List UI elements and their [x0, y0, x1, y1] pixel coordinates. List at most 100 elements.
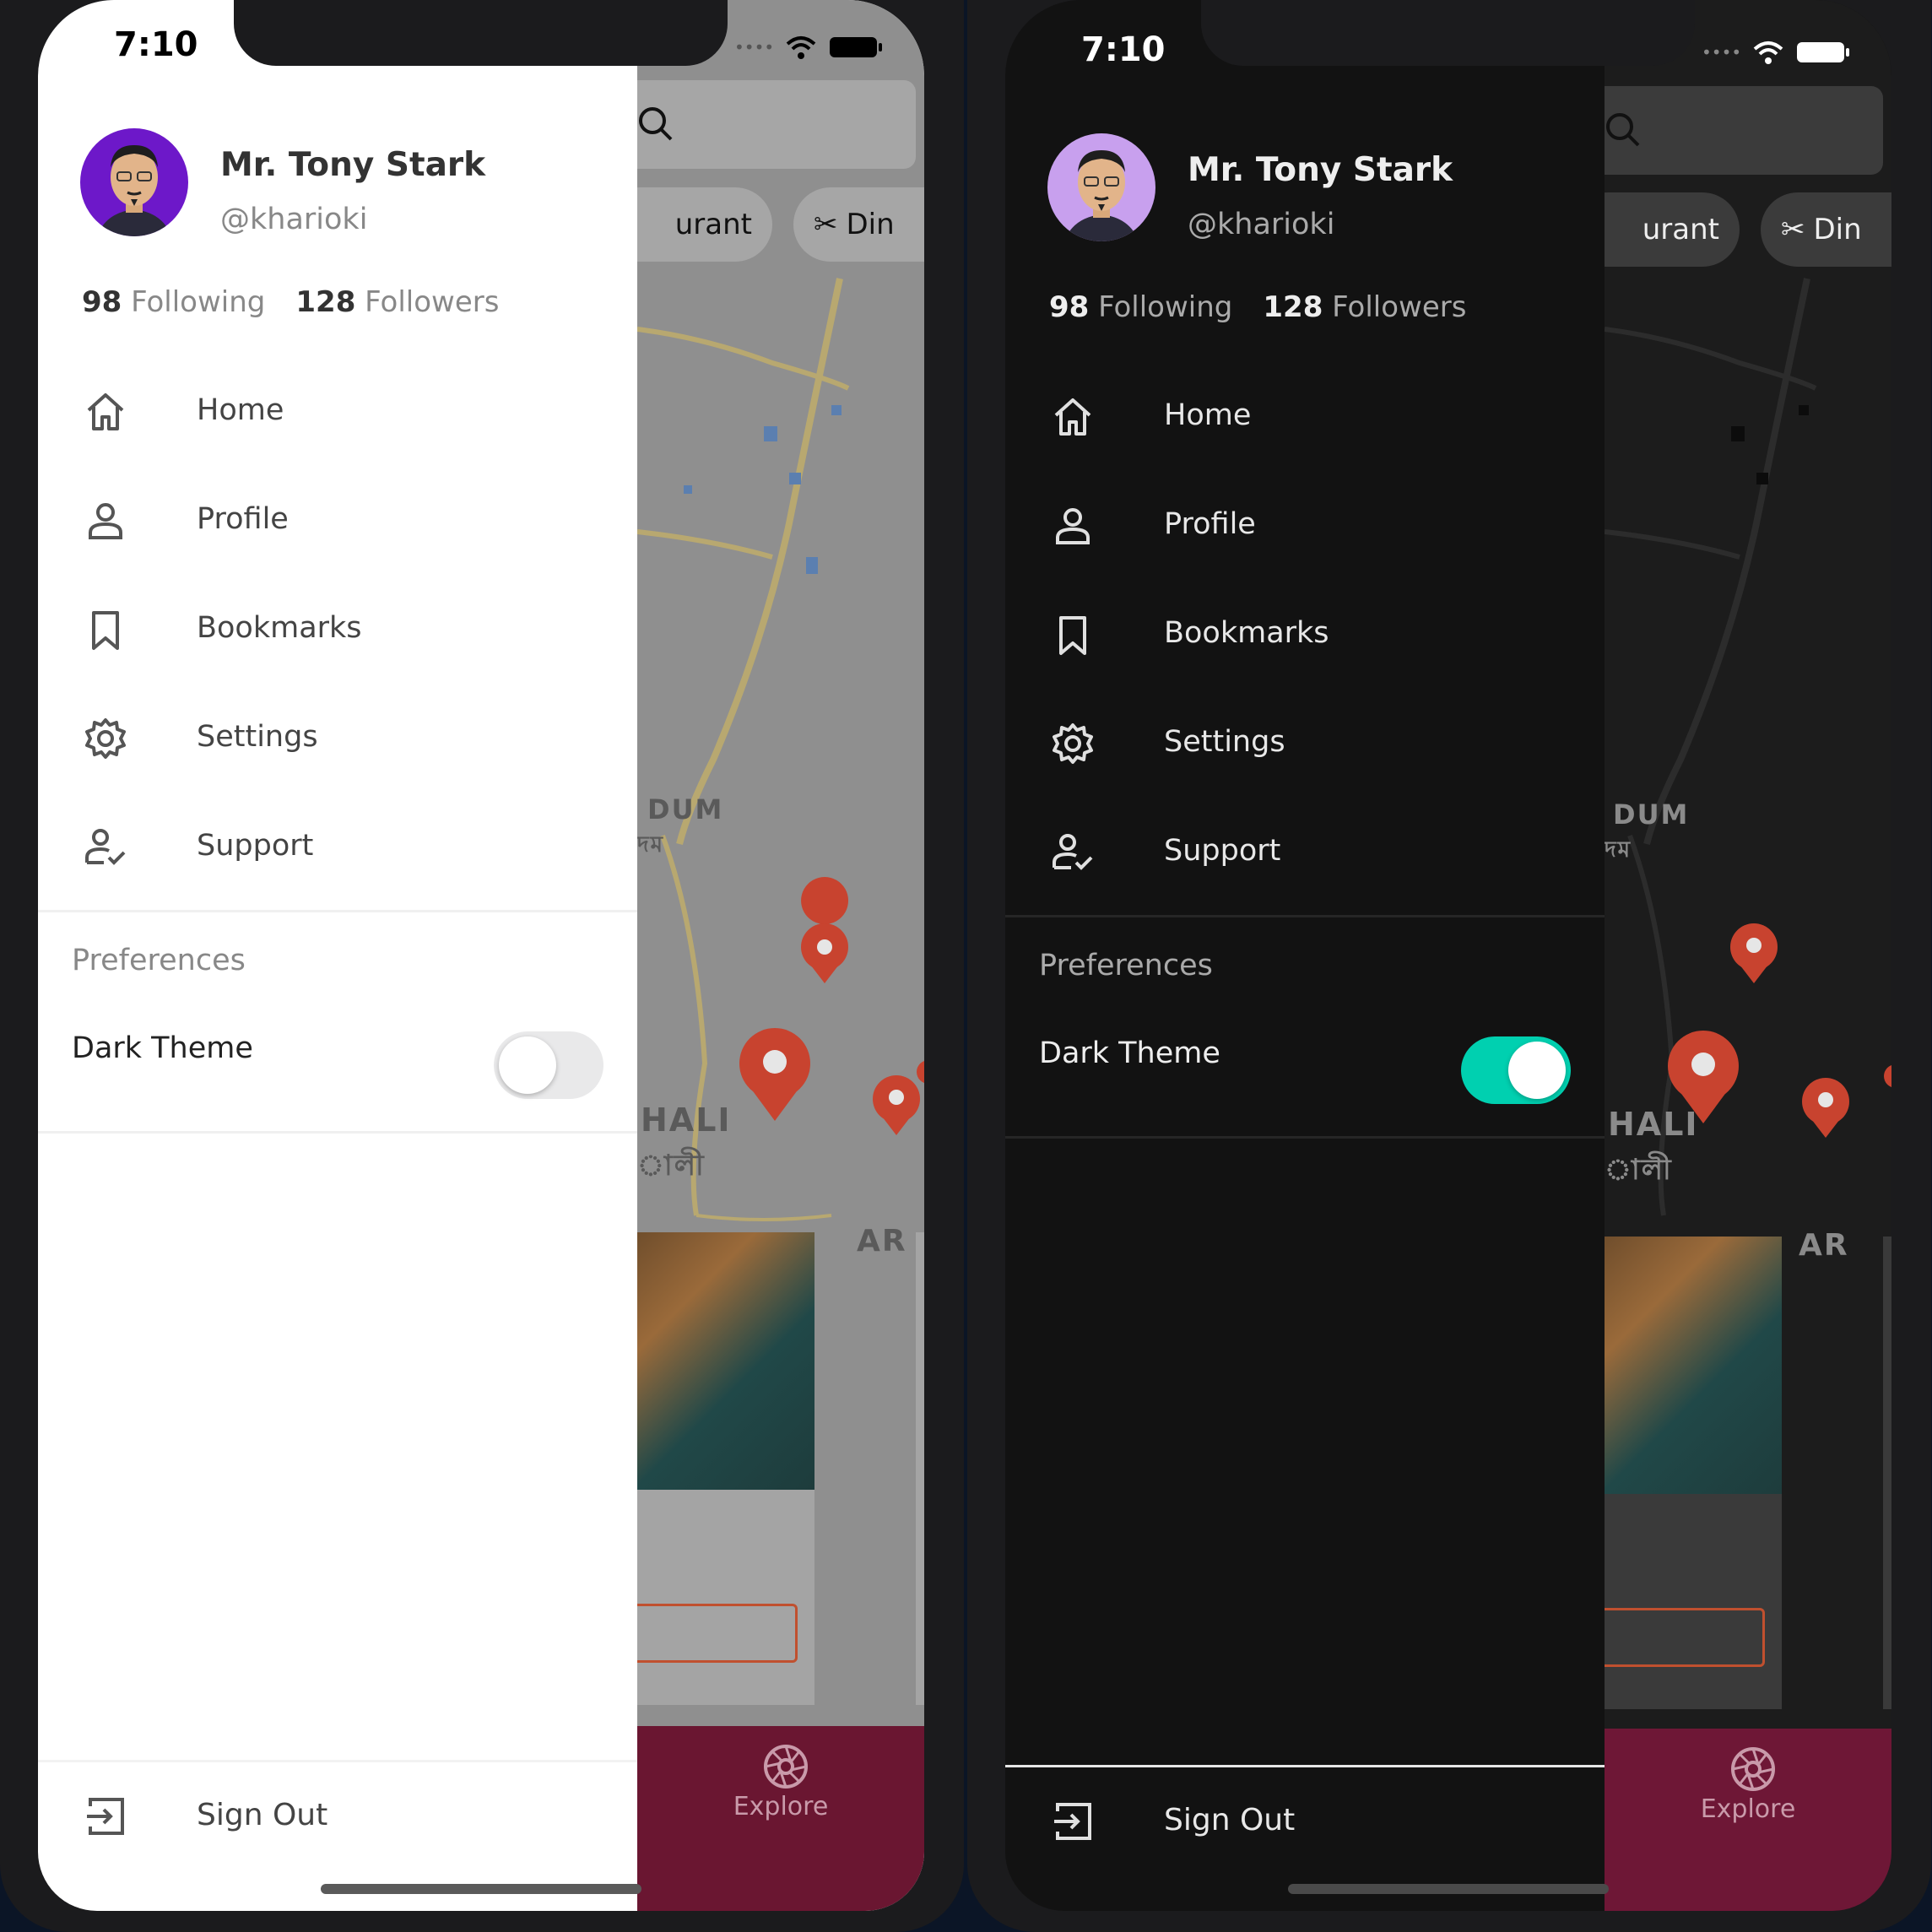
map-label: DUM — [647, 793, 724, 825]
chip-dine[interactable]: ✂ Din — [793, 187, 924, 262]
chip-restaurant[interactable]: urant — [1605, 192, 1740, 267]
map-label: DUM — [1613, 798, 1690, 831]
dark-theme-toggle[interactable] — [494, 1031, 603, 1099]
following-count: 98 — [1049, 290, 1090, 324]
chip-dine[interactable]: ✂ Din — [1761, 192, 1891, 267]
dark-theme-toggle[interactable] — [1461, 1036, 1571, 1104]
follow-stats: 98 Following 128 Followers — [1049, 290, 1466, 324]
chip-label: Din — [1813, 213, 1862, 246]
restaurant-card[interactable] — [1605, 1237, 1782, 1709]
avatar-illustration — [97, 145, 171, 236]
following-stat[interactable]: 98 Following — [1049, 290, 1232, 324]
home-indicator — [1288, 1884, 1609, 1894]
menu-item-settings[interactable]: Settings — [1005, 693, 1605, 794]
menu-item-profile[interactable]: Profile — [38, 470, 637, 571]
side-drawer: 7:10 Mr. Tony Stark @kharioki 98 Followi… — [1005, 0, 1695, 1911]
support-icon — [1053, 834, 1093, 870]
menu-label: Settings — [197, 720, 318, 754]
restaurant-card-partial[interactable]: Th ★ Th — [916, 1232, 924, 1705]
menu-label: Support — [197, 829, 314, 863]
bottom-nav: Explore — [637, 1726, 924, 1911]
tab-explore[interactable]: Explore — [637, 1792, 924, 1821]
restaurant-card-partial[interactable]: Th ★ Th — [1883, 1237, 1891, 1709]
followers-stat[interactable]: 128 Followers — [1263, 290, 1466, 324]
status-time: 7:10 — [1081, 30, 1166, 69]
sign-out-button[interactable]: Sign Out — [38, 1764, 637, 1874]
map-label: দম — [1605, 837, 1632, 863]
menu-label: Home — [1164, 398, 1252, 432]
user-handle: @kharioki — [220, 203, 368, 236]
menu-label: Bookmarks — [1164, 616, 1329, 650]
followers-label: Followers — [1332, 290, 1467, 324]
aperture-icon[interactable] — [762, 1743, 809, 1790]
chip-label: urant — [674, 208, 752, 241]
screen: urant ✂ Din DUM দম HALI ালী AR Th ★ Th — [38, 0, 924, 1911]
sign-out-icon — [1054, 1803, 1091, 1840]
bookmark-icon — [1059, 616, 1086, 655]
followers-count: 128 — [295, 285, 356, 319]
map-backdrop[interactable]: urant ✂ Din DUM দম HALI ালী AR Th ★ Th — [1605, 0, 1891, 1911]
map-label: ালী — [1605, 1153, 1673, 1187]
menu-item-bookmarks[interactable]: Bookmarks — [1005, 584, 1605, 685]
search-bar[interactable] — [637, 80, 916, 169]
phone-dark-theme: urant ✂ Din DUM দম HALI ালী AR Th ★ Th — [967, 0, 1931, 1932]
menu-label: Support — [1164, 834, 1281, 868]
dark-theme-label: Dark Theme — [72, 1031, 253, 1065]
sign-out-button[interactable]: Sign Out — [1005, 1769, 1605, 1879]
menu-item-bookmarks[interactable]: Bookmarks — [38, 579, 637, 680]
avatar-illustration — [1064, 150, 1139, 241]
user-name: Mr. Tony Stark — [1188, 151, 1453, 189]
tab-explore[interactable]: Explore — [1605, 1794, 1891, 1824]
preferences-title: Preferences — [1039, 949, 1213, 982]
menu-label: Settings — [1164, 725, 1285, 759]
menu-item-home[interactable]: Home — [38, 361, 637, 463]
chip-restaurant[interactable]: urant — [637, 187, 772, 262]
toggle-knob — [499, 1036, 556, 1094]
phone-light-theme: urant ✂ Din DUM দম HALI ালী AR Th ★ Th — [0, 0, 964, 1932]
map-label: দম — [637, 832, 665, 858]
home-indicator — [321, 1884, 641, 1894]
menu-item-settings[interactable]: Settings — [38, 688, 637, 789]
menu-label: Home — [197, 393, 284, 427]
wifi-icon — [786, 36, 816, 59]
search-bar[interactable] — [1605, 86, 1883, 175]
divider — [1005, 1136, 1605, 1139]
search-icon[interactable] — [1605, 111, 1642, 149]
card-button[interactable] — [1605, 1608, 1765, 1667]
chip-label: urant — [1642, 213, 1719, 246]
following-label: Following — [1098, 290, 1233, 324]
divider — [38, 1131, 637, 1134]
map-backdrop[interactable]: urant ✂ Din DUM দম HALI ালী AR Th ★ Th — [637, 0, 924, 1911]
person-icon — [1056, 508, 1090, 544]
followers-count: 128 — [1263, 290, 1323, 324]
menu-item-support[interactable]: Support — [1005, 802, 1605, 903]
following-stat[interactable]: 98 Following — [82, 285, 265, 319]
map-label: AR — [857, 1224, 907, 1258]
menu-label: Bookmarks — [197, 611, 362, 645]
cutlery-icon: ✂ — [814, 208, 838, 241]
home-icon — [87, 393, 124, 430]
food-photo — [637, 1232, 814, 1490]
toggle-knob — [1508, 1042, 1566, 1099]
menu-item-profile[interactable]: Profile — [1005, 475, 1605, 576]
card-button[interactable] — [637, 1604, 798, 1663]
following-label: Following — [131, 285, 266, 319]
status-time: 7:10 — [114, 25, 198, 64]
restaurant-card[interactable] — [637, 1232, 814, 1705]
menu-item-home[interactable]: Home — [1005, 366, 1605, 468]
wifi-icon — [1753, 41, 1783, 64]
avatar[interactable] — [80, 128, 188, 236]
followers-stat[interactable]: 128 Followers — [295, 285, 499, 319]
aperture-icon[interactable] — [1729, 1745, 1777, 1793]
search-icon[interactable] — [637, 106, 674, 143]
sign-out-icon — [87, 1798, 124, 1835]
bookmark-icon — [92, 611, 119, 650]
followers-label: Followers — [365, 285, 500, 319]
user-name: Mr. Tony Stark — [220, 146, 486, 184]
avatar[interactable] — [1047, 133, 1155, 241]
divider — [38, 1760, 637, 1762]
menu-item-support[interactable]: Support — [38, 797, 637, 898]
map-label: ালী — [637, 1149, 706, 1182]
side-drawer: 7:10 Mr. Tony Stark @kharioki 98 Followi… — [38, 0, 728, 1911]
gear-icon — [85, 718, 126, 759]
